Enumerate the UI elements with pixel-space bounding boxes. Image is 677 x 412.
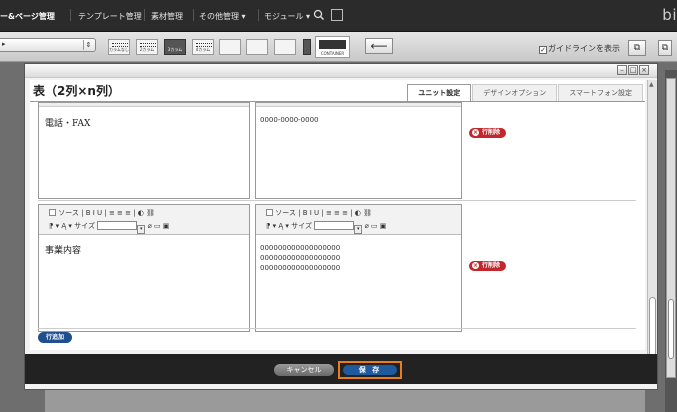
- container-tile[interactable]: CONTAINER: [315, 36, 350, 58]
- row-value-line[interactable]: 000000000000000000: [260, 253, 340, 263]
- tab-bar: ユニット設定 デザインオプション スマートフォン設定: [406, 84, 643, 101]
- row-divider: [38, 200, 636, 201]
- nav-separator: [193, 9, 194, 21]
- font-size-select[interactable]: [97, 221, 138, 230]
- source-icon[interactable]: [49, 209, 56, 216]
- row-label-text[interactable]: 電話・FAX: [45, 116, 90, 129]
- dialog-title: 表（2列×n列）: [33, 84, 120, 98]
- layout-block-tile[interactable]: [246, 39, 268, 55]
- nav-separator: [70, 9, 71, 21]
- source-icon[interactable]: [266, 209, 273, 216]
- row-value-line[interactable]: 000000000000000000: [260, 263, 340, 273]
- row-label-text[interactable]: 事業内容: [45, 243, 81, 256]
- layout-4-column[interactable]: 4カラム: [192, 39, 214, 55]
- page-scrollbar-thumb[interactable]: [668, 299, 674, 359]
- nav-template-management[interactable]: テンプレート管理: [78, 11, 142, 22]
- search-icon[interactable]: [312, 9, 326, 21]
- nav-page-management[interactable]: ー&ページ管理: [0, 11, 55, 22]
- maximize-icon[interactable]: □: [628, 65, 638, 75]
- chevron-down-icon[interactable]: ▾: [137, 225, 146, 234]
- scroll-up-icon[interactable]: ▲: [649, 81, 654, 88]
- row-value-line[interactable]: 000000000000000000: [260, 243, 340, 253]
- nav-module[interactable]: モジュール ▾: [264, 11, 310, 22]
- rich-text-toolbar: ソース | B I U | ≡ ≡ ≡ | ◐ ⛓ ⁋ ▾ Ą ▾ サイズ ▾ …: [39, 205, 249, 235]
- minimize-icon[interactable]: –: [617, 65, 627, 75]
- add-row-button[interactable]: 行追加: [38, 332, 73, 343]
- label-editor-cell[interactable]: 電話・FAX: [38, 102, 250, 199]
- guideline-toggle[interactable]: ✓ ガイドラインを表示: [539, 43, 620, 54]
- page-scrollbar[interactable]: [666, 78, 676, 378]
- back-arrow-button[interactable]: ⟵: [365, 38, 393, 54]
- tab-unit-settings[interactable]: ユニット設定: [407, 84, 472, 101]
- toolbar-line-1: ソース | B I U | ≡ ≡ ≡ | ◐ ⛓: [266, 208, 372, 218]
- layout-2-column[interactable]: 2カラム: [136, 39, 158, 55]
- layout-grid-tile[interactable]: [219, 39, 241, 55]
- label-editor-cell[interactable]: ソース | B I U | ≡ ≡ ≡ | ◐ ⛓ ⁋ ▾ Ą ▾ サイズ ▾ …: [38, 204, 250, 332]
- nav-separator: [144, 9, 145, 21]
- page-background-panel: [45, 390, 645, 412]
- layout-no-column[interactable]: カラムなし: [108, 39, 130, 55]
- page-select[interactable]: ▸ ⇕: [0, 38, 96, 52]
- caret-right-icon: ▸: [2, 40, 6, 48]
- editor-toolbar-stub: [256, 103, 461, 107]
- guideline-checkbox[interactable]: ✓: [539, 46, 547, 54]
- close-circle-icon: ×: [472, 129, 479, 136]
- nav-material-management[interactable]: 素材管理: [151, 11, 183, 22]
- dialog-titlebar: – □ ×: [25, 64, 657, 78]
- guideline-label: ガイドラインを表示: [548, 44, 620, 53]
- delete-row-button[interactable]: × 行削除: [469, 128, 507, 138]
- copy-icon[interactable]: ⧉: [628, 40, 646, 56]
- layout-box-tile[interactable]: [274, 39, 296, 55]
- layout-toolbar: ▸ ⇕ カラムなし 2カラム 3カラム 4カラム CONTAINER ⟵ ✓ ガイ…: [0, 32, 677, 62]
- close-circle-icon: ×: [472, 262, 479, 269]
- save-button-highlight: 保 存: [338, 361, 402, 379]
- value-editor-cell[interactable]: 0000-0000-0000: [255, 102, 462, 199]
- paste-icon[interactable]: ⧉: [658, 40, 672, 56]
- dialog-scrollbar[interactable]: ▲ ▼: [647, 80, 657, 384]
- tab-smartphone-settings[interactable]: スマートフォン設定: [558, 84, 643, 101]
- font-size-select[interactable]: [314, 221, 355, 230]
- value-editor-cell[interactable]: ソース | B I U | ≡ ≡ ≡ | ◐ ⛓ ⁋ ▾ Ą ▾ サイズ ▾ …: [255, 204, 462, 332]
- page-side-strip: [665, 70, 677, 412]
- rich-text-toolbar: ソース | B I U | ≡ ≡ ≡ | ◐ ⛓ ⁋ ▾ Ą ▾ サイズ ▾ …: [256, 205, 461, 235]
- close-icon[interactable]: ×: [639, 65, 649, 75]
- dialog-footer: キャンセル 保 存: [25, 354, 657, 384]
- toolbar-line-1: ソース | B I U | ≡ ≡ ≡ | ◐ ⛓: [49, 208, 155, 218]
- layout-arrow-tile[interactable]: [303, 39, 311, 55]
- grid-icon[interactable]: [331, 9, 343, 21]
- brand-logo: bi: [662, 6, 677, 24]
- nav-other-management[interactable]: その他管理 ▾: [199, 11, 246, 22]
- cancel-button[interactable]: キャンセル: [274, 364, 334, 376]
- top-nav: ー&ページ管理 テンプレート管理 素材管理 その他管理 ▾ モジュール ▾ bi: [0, 0, 677, 32]
- dialog-content: 表（2列×n列） ユニット設定 デザインオプション スマートフォン設定 電話・F…: [30, 80, 645, 350]
- layout-3-column[interactable]: 3カラム: [164, 39, 186, 55]
- save-button[interactable]: 保 存: [343, 365, 397, 375]
- row-divider: [38, 328, 636, 329]
- chevron-updown-icon: ⇕: [83, 40, 93, 50]
- row-value-text[interactable]: 0000-0000-0000: [260, 115, 319, 125]
- table-unit-dialog: – □ × 表（2列×n列） ユニット設定 デザインオプション スマートフォン設…: [24, 63, 658, 390]
- toolbar-line-2: ⁋ ▾ Ą ▾ サイズ ▾ ⌀ ▭ ▣: [266, 221, 387, 234]
- editor-toolbar-stub: [39, 103, 249, 107]
- nav-separator: [258, 9, 259, 21]
- tab-design-options[interactable]: デザインオプション: [472, 84, 558, 101]
- toolbar-line-2: ⁋ ▾ Ą ▾ サイズ ▾ ⌀ ▭ ▣: [49, 221, 170, 234]
- delete-row-button[interactable]: × 行削除: [469, 261, 507, 271]
- chevron-down-icon[interactable]: ▾: [354, 225, 363, 234]
